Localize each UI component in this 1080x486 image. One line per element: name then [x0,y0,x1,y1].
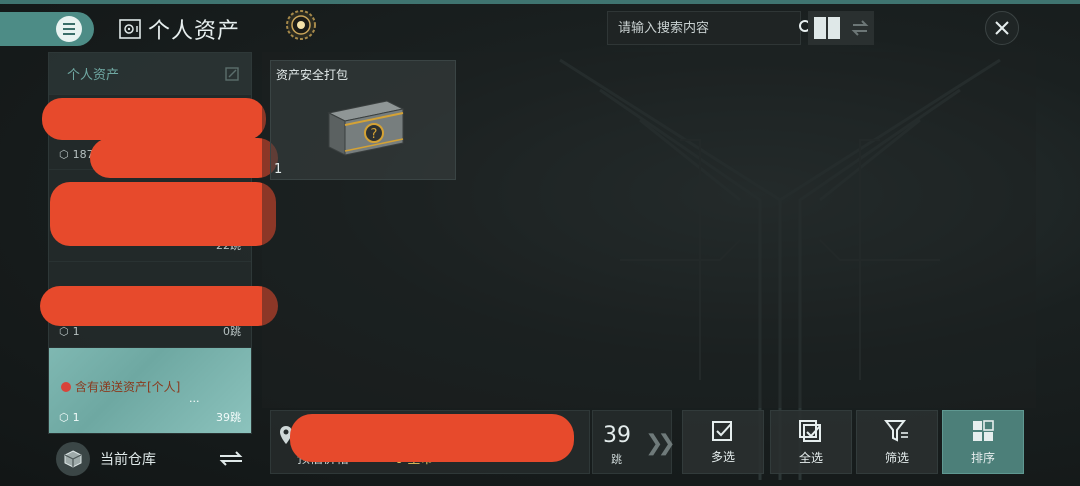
sidebar-item-name: 含有递送资产[个人] [61,378,180,395]
item-count: 1 [72,410,80,424]
more-indicator: ... [189,392,200,405]
cube-icon: ⬡ [59,410,69,424]
redaction-mark [290,414,574,462]
alert-dot-icon [61,381,71,392]
grid-view-icon[interactable] [813,16,841,40]
item-name: 资产安全打包 [276,68,349,82]
filter-icon [884,419,908,442]
item-quantity: 1 [274,162,283,177]
sort-grid-icon [973,419,994,441]
sidebar-header-label: 个人资产 [67,68,120,83]
cube-icon: ⬡ [59,148,69,161]
redaction-mark [50,182,276,246]
warehouse-label: 当前仓库 [100,452,156,468]
close-icon [995,21,1009,35]
edit-icon[interactable] [225,66,239,81]
switch-arrows-icon[interactable] [218,448,244,468]
sun-emblem-icon [286,10,316,40]
filter-button[interactable]: 筛选 [856,410,938,474]
search-input[interactable] [608,12,788,44]
redaction-mark [42,98,266,140]
page-title: 个人资产 [148,19,241,44]
redaction-mark [90,138,278,178]
item-jumps: 39跳 [216,411,241,424]
multi-select-button[interactable]: 多选 [682,410,764,474]
close-button[interactable] [985,11,1019,45]
page-title-group: 个人资产 [118,12,240,46]
warehouse-box-icon [56,442,90,476]
double-chevron-right-icon: ❯❯ [645,431,676,456]
hamburger-icon [56,16,82,42]
select-all-icon [799,419,821,442]
jump-distance[interactable]: 39 跳 ❯❯ [592,410,676,474]
select-all-button[interactable]: 全选 [770,410,852,474]
current-warehouse[interactable]: 当前仓库 [48,436,252,482]
cube-icon: ⬡ [59,324,69,338]
menu-button[interactable] [0,12,94,46]
safe-icon [119,19,141,39]
asset-item-card[interactable]: 资产安全打包 ? 1 [270,60,456,180]
svg-text:?: ? [371,127,378,142]
jump-unit: 跳 [611,453,622,466]
view-toggle[interactable] [808,11,874,45]
search-box [607,11,815,45]
jump-count: 39 [603,423,631,448]
top-accent-line [0,0,1080,4]
sidebar-item-4[interactable]: 含有递送资产[个人] ... ⬡ 1 39跳 [49,348,251,434]
item-count: 1 [72,324,80,338]
sort-button[interactable]: 排序 [942,410,1024,474]
swap-icon[interactable] [850,18,870,38]
sidebar-header[interactable]: 个人资产 [49,53,251,95]
redaction-mark [40,286,278,326]
checkbox-icon [712,420,732,441]
mystery-crate-icon: ? [327,100,405,156]
